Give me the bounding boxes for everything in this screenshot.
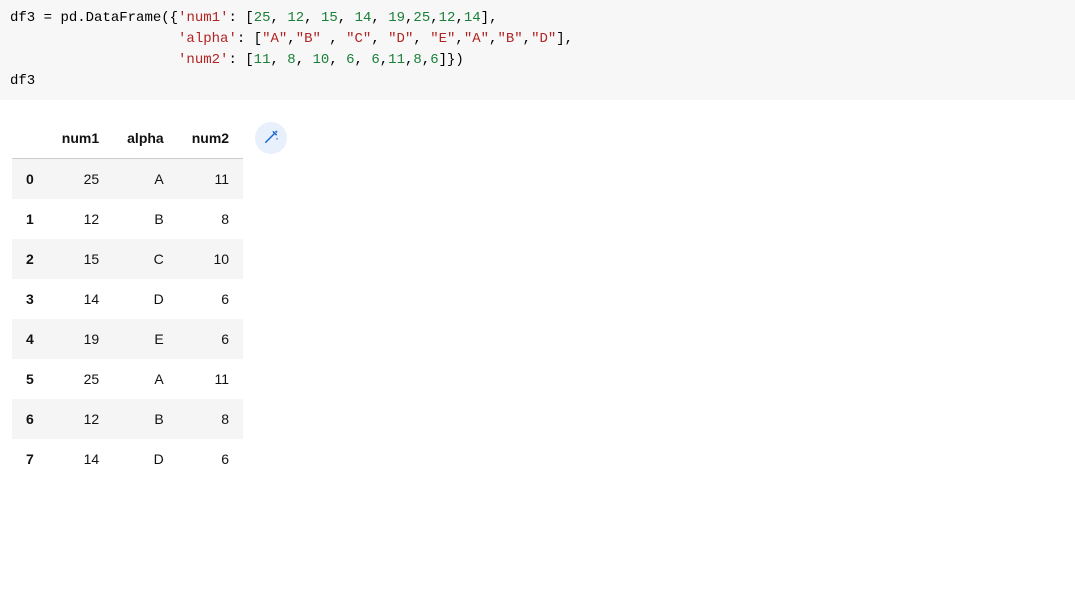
output-area: num1 alpha num2 0 25 A 11 1 12 B 8 [0, 118, 1075, 479]
table-row: 6 12 B 8 [12, 399, 243, 439]
index-header [12, 118, 48, 159]
table-row: 2 15 C 10 [12, 239, 243, 279]
cell-num1: 14 [48, 439, 113, 479]
magic-wand-icon [262, 128, 280, 149]
table-row: 5 25 A 11 [12, 359, 243, 399]
cell-num1: 25 [48, 359, 113, 399]
table-row: 3 14 D 6 [12, 279, 243, 319]
cell-num1: 15 [48, 239, 113, 279]
cell-num2: 11 [178, 159, 243, 200]
cell-num1: 14 [48, 279, 113, 319]
dataframe-table: num1 alpha num2 0 25 A 11 1 12 B 8 [12, 118, 243, 479]
col-header-num1: num1 [48, 118, 113, 159]
table-header-row: num1 alpha num2 [12, 118, 243, 159]
code-line-1: df3 = pd.DataFrame({'num1': [25, 12, 15,… [10, 10, 497, 26]
cell-alpha: A [113, 359, 178, 399]
code-line-4: df3 [10, 73, 35, 89]
cell-num1: 25 [48, 159, 113, 200]
row-index: 4 [12, 319, 48, 359]
cell-num1: 12 [48, 399, 113, 439]
cell-num2: 8 [178, 199, 243, 239]
table-row: 4 19 E 6 [12, 319, 243, 359]
row-index: 5 [12, 359, 48, 399]
cell-alpha: D [113, 279, 178, 319]
table-row: 0 25 A 11 [12, 159, 243, 200]
col-header-num2: num2 [178, 118, 243, 159]
cell-num2: 10 [178, 239, 243, 279]
cell-alpha: C [113, 239, 178, 279]
cell-num1: 12 [48, 199, 113, 239]
row-index: 3 [12, 279, 48, 319]
cell-num2: 8 [178, 399, 243, 439]
row-index: 7 [12, 439, 48, 479]
cell-alpha: E [113, 319, 178, 359]
cell-num2: 11 [178, 359, 243, 399]
col-header-alpha: alpha [113, 118, 178, 159]
cell-num1: 19 [48, 319, 113, 359]
row-index: 2 [12, 239, 48, 279]
table-row: 1 12 B 8 [12, 199, 243, 239]
cell-num2: 6 [178, 319, 243, 359]
cell-num2: 6 [178, 439, 243, 479]
code-line-3: 'num2': [11, 8, 10, 6, 6,11,8,6]}) [10, 52, 464, 68]
row-index: 6 [12, 399, 48, 439]
row-index: 1 [12, 199, 48, 239]
cell-alpha: A [113, 159, 178, 200]
cell-alpha: B [113, 399, 178, 439]
cell-alpha: B [113, 199, 178, 239]
suggest-charts-button[interactable] [255, 122, 287, 154]
code-cell[interactable]: df3 = pd.DataFrame({'num1': [25, 12, 15,… [0, 0, 1075, 100]
cell-num2: 6 [178, 279, 243, 319]
code-line-2: 'alpha': ["A","B" , "C", "D", "E","A","B… [10, 31, 573, 47]
row-index: 0 [12, 159, 48, 200]
cell-alpha: D [113, 439, 178, 479]
table-row: 7 14 D 6 [12, 439, 243, 479]
